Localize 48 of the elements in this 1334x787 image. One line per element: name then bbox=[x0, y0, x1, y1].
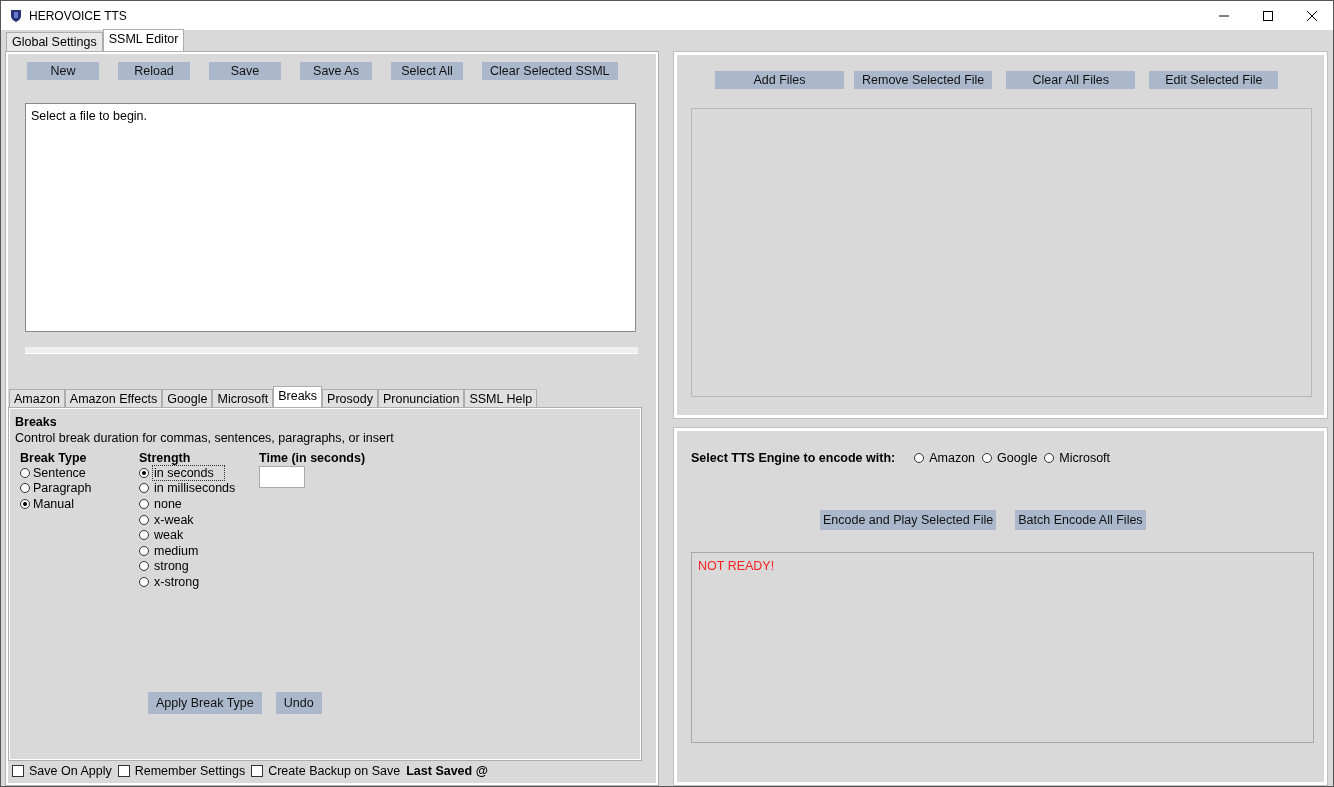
ssml-editor[interactable]: Select a file to begin. bbox=[25, 103, 636, 332]
toolbar-button[interactable]: Select All bbox=[391, 62, 463, 80]
action-button[interactable]: Undo bbox=[275, 692, 322, 714]
engine-radio[interactable]: Google bbox=[982, 450, 1038, 466]
shield-icon bbox=[10, 9, 22, 22]
group-label: Break Type bbox=[20, 451, 88, 465]
toolbar-button[interactable]: Clear Selected SSML bbox=[482, 62, 618, 80]
file-button[interactable]: Remove Selected File bbox=[854, 71, 993, 89]
section-title: Breaks bbox=[15, 415, 58, 429]
file-button[interactable]: Add Files bbox=[715, 71, 844, 89]
radio-option[interactable]: weak bbox=[139, 527, 259, 543]
file-button[interactable]: Edit Selected File bbox=[1149, 71, 1279, 89]
radio-option[interactable]: Paragraph bbox=[20, 480, 139, 497]
radio-option[interactable]: Sentence bbox=[20, 465, 139, 481]
file-button[interactable]: Clear All Files bbox=[1006, 71, 1136, 89]
encode-button[interactable]: Encode and Play Selected File bbox=[820, 509, 997, 530]
option-checkbox[interactable]: Save On Apply bbox=[12, 764, 112, 778]
engine-label: Select TTS Engine to encode with: bbox=[691, 450, 896, 465]
toolbar-button[interactable]: Save bbox=[209, 62, 281, 80]
engine-radio[interactable]: Microsoft bbox=[1044, 450, 1111, 466]
time-input[interactable] bbox=[259, 466, 305, 488]
toolbar-button[interactable]: Save As bbox=[300, 62, 372, 80]
radio-option[interactable]: x-weak bbox=[139, 511, 259, 528]
section-description: Control break duration for commas, sentences, paragraphs, or insert bbox=[15, 431, 395, 445]
last-saved-label: Last Saved @ bbox=[406, 764, 488, 778]
option-checkbox[interactable]: Create Backup on Save bbox=[251, 764, 401, 778]
main-tab[interactable]: Global Settings bbox=[6, 32, 103, 52]
action-button[interactable]: Apply Break Type bbox=[148, 692, 262, 714]
radio-option[interactable]: medium bbox=[139, 542, 259, 559]
engine-radio[interactable]: Amazon bbox=[914, 450, 976, 466]
ssml-tab[interactable]: Breaks bbox=[273, 386, 323, 408]
toolbar-button[interactable]: New bbox=[27, 62, 99, 80]
radio-option[interactable]: x-strong bbox=[139, 574, 259, 590]
option-checkbox[interactable]: Remember Settings bbox=[117, 764, 246, 778]
splitter-handle[interactable] bbox=[25, 347, 638, 354]
field-label: Time (in seconds) bbox=[259, 451, 366, 465]
radio-option[interactable]: in milliseconds bbox=[139, 480, 259, 497]
window-title: HEROVOICE TTS bbox=[29, 8, 127, 23]
ssml-tab[interactable]: Google bbox=[162, 389, 213, 408]
maximize-icon[interactable] bbox=[1262, 9, 1274, 22]
status-log: NOT READY! bbox=[691, 551, 1314, 743]
toolbar-button[interactable]: Reload bbox=[118, 62, 190, 80]
radio-option[interactable]: strong bbox=[139, 558, 259, 575]
encode-button[interactable]: Batch Encode All Files bbox=[1015, 509, 1146, 530]
radio-option[interactable]: Manual bbox=[20, 496, 139, 512]
radio-option[interactable]: none bbox=[139, 496, 259, 512]
group-label: Strength bbox=[139, 451, 192, 465]
close-icon[interactable] bbox=[1306, 9, 1318, 22]
